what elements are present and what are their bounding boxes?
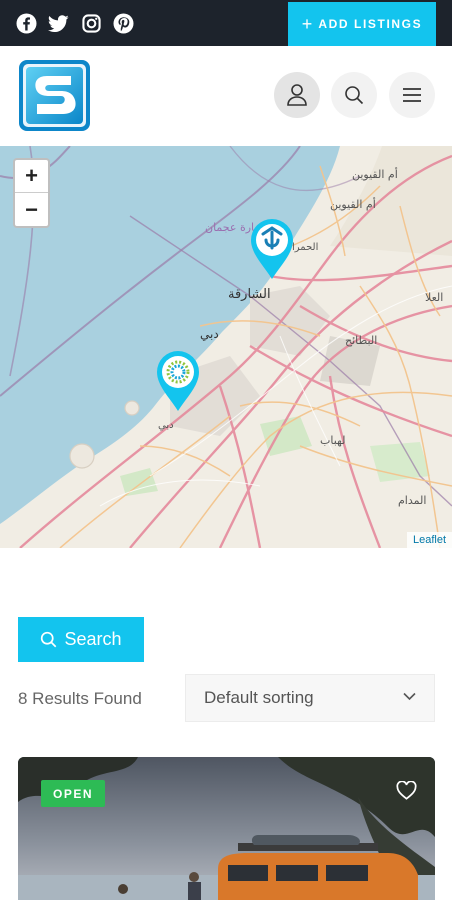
search-icon: [345, 86, 364, 105]
map-label: لهباب: [320, 434, 345, 447]
chevron-down-icon: [403, 692, 416, 701]
listing-image: [18, 757, 435, 900]
map-label: الحمرا: [292, 242, 318, 253]
user-icon: [287, 84, 307, 106]
map-marker-pin[interactable]: [249, 218, 295, 280]
site-logo[interactable]: [17, 58, 92, 133]
map-label: الشارقة: [228, 287, 271, 302]
map-attribution-link[interactable]: Leaflet: [406, 532, 452, 548]
sorting-selected-value: Default sorting: [204, 688, 314, 707]
zoom-control: + −: [13, 158, 50, 228]
map-label: دبي: [200, 327, 219, 341]
map-label: دبي: [158, 420, 174, 431]
top-bar: + ADD LISTINGS: [0, 0, 452, 46]
zoom-in-button[interactable]: +: [15, 160, 48, 193]
map-label: البطائح: [345, 334, 377, 347]
site-header: [0, 46, 452, 146]
map-marker-pin[interactable]: [155, 350, 201, 412]
pinterest-icon[interactable]: [113, 13, 134, 34]
twitter-icon[interactable]: [48, 13, 69, 34]
listings-map[interactable]: أم القيوين أم القيوين إمارة عجمان الحمرا…: [0, 146, 452, 548]
add-listings-button[interactable]: + ADD LISTINGS: [288, 2, 436, 46]
user-button[interactable]: [274, 72, 320, 118]
header-search-button[interactable]: [331, 72, 377, 118]
status-badge: OPEN: [41, 780, 106, 807]
search-button-label: Search: [64, 629, 122, 649]
map-label: أم القيوين: [352, 167, 398, 181]
map-tiles: أم القيوين أم القيوين إمارة عجمان الحمرا…: [0, 146, 452, 548]
map-label: المدام: [398, 494, 426, 507]
zoom-out-button[interactable]: −: [15, 193, 48, 226]
heart-icon[interactable]: [396, 781, 417, 800]
map-label: أم القيوين: [330, 197, 376, 211]
add-listings-label: ADD LISTINGS: [318, 17, 423, 31]
menu-button[interactable]: [389, 72, 435, 118]
map-label: العلا: [425, 291, 443, 304]
facebook-icon[interactable]: [16, 13, 37, 34]
menu-icon: [403, 88, 421, 102]
plus-icon: +: [301, 14, 313, 34]
search-icon: [41, 631, 57, 648]
search-button[interactable]: Search: [18, 617, 144, 662]
sorting-select[interactable]: Default sorting: [185, 674, 435, 722]
listing-card[interactable]: OPEN: [18, 757, 435, 900]
instagram-icon[interactable]: [81, 13, 102, 34]
results-count: 8 Results Found: [18, 689, 142, 708]
